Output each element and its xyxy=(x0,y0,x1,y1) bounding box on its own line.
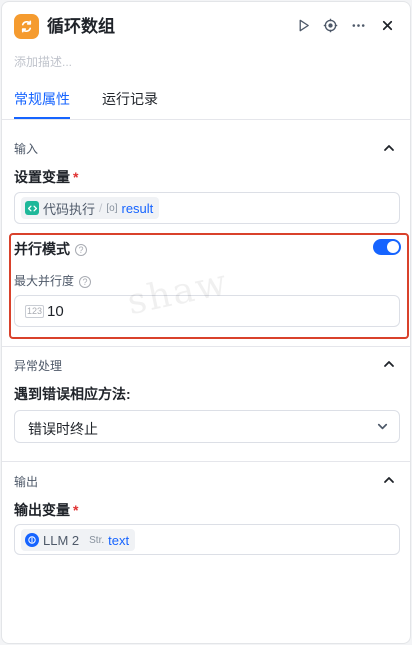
locate-button[interactable] xyxy=(321,18,339,36)
max-parallel-label: 最大并行度? xyxy=(14,272,92,289)
source-node-name: LLM 2 xyxy=(43,532,80,548)
max-parallel-value: 10 xyxy=(47,303,64,320)
variable-reference-chip[interactable]: 代码执行 / [o] result xyxy=(21,197,160,219)
help-icon[interactable]: ? xyxy=(75,244,87,257)
loop-array-panel: 循环数组 添加描述... 常规属性 运行记录 输入 设置变量 * 代码执行 / … xyxy=(1,1,411,644)
number-type-icon: 123 xyxy=(25,305,45,318)
set-variable-text: 设置变量 xyxy=(14,169,70,185)
tab-general-properties[interactable]: 常规属性 xyxy=(14,90,70,108)
parallel-mode-label: 并行模式? xyxy=(14,239,87,259)
output-variable-field[interactable]: LLM 2 Str. text xyxy=(14,524,400,555)
variable-name: result xyxy=(121,200,154,216)
source-node-name: 代码执行 xyxy=(43,201,96,217)
code-icon xyxy=(25,201,39,215)
section-divider xyxy=(2,346,410,347)
collapse-input-icon[interactable] xyxy=(382,141,396,155)
panel-title: 循环数组 xyxy=(47,17,115,36)
variable-name: text xyxy=(108,532,130,548)
more-icon xyxy=(351,18,366,36)
input-section-title: 输入 xyxy=(14,142,39,156)
loop-node-icon xyxy=(14,14,39,39)
error-method-label: 遇到错误相应方法: xyxy=(14,386,131,402)
chevron-down-icon xyxy=(377,423,388,430)
help-icon[interactable]: ? xyxy=(79,275,92,288)
collapse-error-icon[interactable] xyxy=(382,357,396,371)
max-parallel-input[interactable]: 123 10 xyxy=(14,295,400,327)
output-variable-text: 输出变量 xyxy=(14,502,70,518)
description-input[interactable]: 添加描述... xyxy=(14,53,72,70)
llm-icon xyxy=(25,533,39,547)
output-section-title: 输出 xyxy=(14,475,39,489)
tab-bar: 常规属性 运行记录 xyxy=(2,80,410,120)
selected-error-method: 错误时终止 xyxy=(28,421,98,437)
play-icon xyxy=(296,18,311,36)
required-mark: * xyxy=(73,169,79,185)
output-reference-chip[interactable]: LLM 2 Str. text xyxy=(21,529,136,551)
set-variable-label: 设置变量 * xyxy=(14,167,78,187)
run-button[interactable] xyxy=(294,18,312,36)
tab-run-history[interactable]: 运行记录 xyxy=(102,90,158,108)
collapse-output-icon[interactable] xyxy=(382,473,396,487)
output-variable-label: 输出变量 * xyxy=(14,500,78,520)
section-divider xyxy=(2,461,410,462)
toggle-knob xyxy=(387,241,399,253)
object-type-icon: [o] xyxy=(106,202,118,214)
required-mark: * xyxy=(73,502,79,518)
error-section-title: 异常处理 xyxy=(14,359,63,373)
close-button[interactable] xyxy=(378,18,396,36)
parallel-mode-toggle[interactable] xyxy=(373,239,401,255)
more-button[interactable] xyxy=(349,18,367,36)
active-tab-indicator xyxy=(14,117,70,119)
error-method-select[interactable]: 错误时终止 xyxy=(14,410,400,443)
max-parallel-text: 最大并行度 xyxy=(14,274,75,288)
string-type-label: Str. xyxy=(89,534,105,546)
close-icon xyxy=(380,18,395,36)
target-icon xyxy=(323,18,338,36)
set-variable-field[interactable]: 代码执行 / [o] result xyxy=(14,192,400,224)
panel-header: 循环数组 xyxy=(2,2,410,52)
parallel-mode-text: 并行模式 xyxy=(14,241,70,257)
path-separator: / xyxy=(99,201,103,215)
